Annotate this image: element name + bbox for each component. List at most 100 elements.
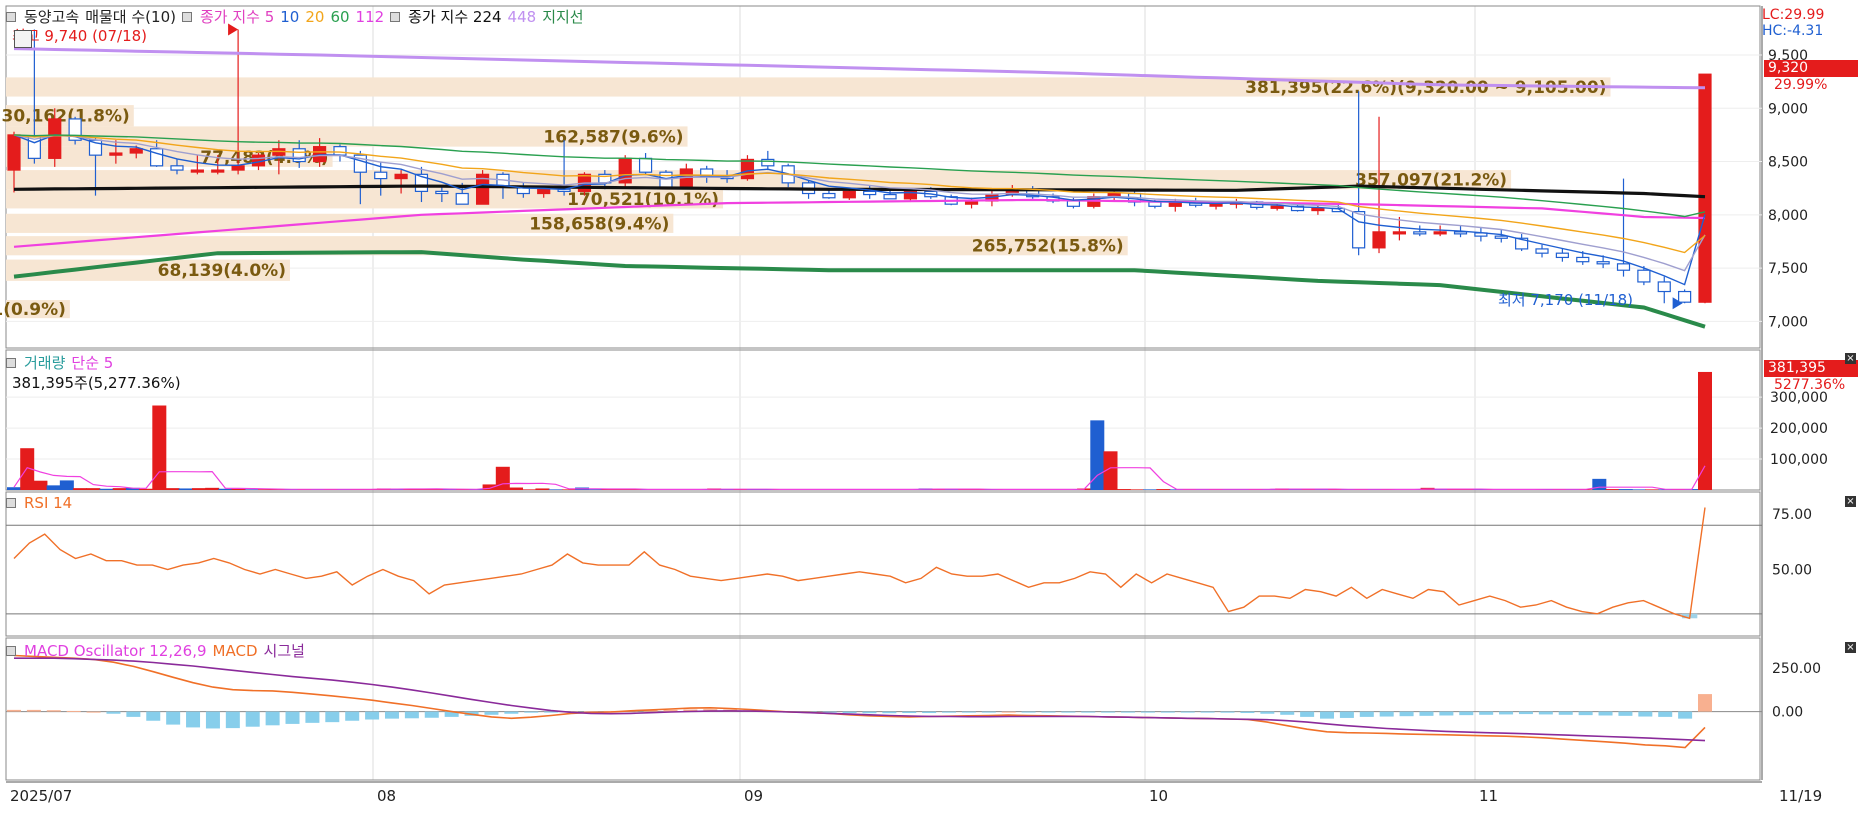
candle-body[interactable] bbox=[740, 158, 755, 180]
ma10-legend[interactable]: 10 bbox=[280, 8, 299, 26]
volume-bar[interactable] bbox=[1645, 489, 1660, 490]
volume-bar[interactable] bbox=[561, 489, 576, 490]
candle-body[interactable] bbox=[1555, 252, 1569, 259]
candle-body[interactable] bbox=[822, 192, 836, 199]
candle-body[interactable] bbox=[1678, 290, 1692, 303]
candle-body[interactable] bbox=[1168, 202, 1182, 207]
candle-body[interactable] bbox=[1535, 248, 1549, 254]
ma448-legend[interactable]: 448 bbox=[508, 8, 537, 26]
volume-bar[interactable] bbox=[495, 466, 510, 490]
volume-bar[interactable] bbox=[548, 489, 563, 490]
volume-bar[interactable] bbox=[1631, 489, 1646, 490]
candle-body[interactable] bbox=[1311, 207, 1325, 212]
close-icon[interactable]: × bbox=[1845, 642, 1856, 653]
candle-body[interactable] bbox=[129, 148, 143, 154]
candle-body[interactable] bbox=[109, 152, 123, 156]
candle-body[interactable] bbox=[1209, 203, 1223, 207]
volume-bar[interactable] bbox=[1156, 489, 1171, 490]
candle-body[interactable] bbox=[1453, 231, 1468, 235]
volume-bar[interactable] bbox=[178, 488, 193, 490]
volume-bar[interactable] bbox=[535, 488, 550, 490]
volume-bar[interactable] bbox=[522, 489, 537, 490]
ma60-legend[interactable]: 60 bbox=[330, 8, 349, 26]
candle-body[interactable] bbox=[1698, 73, 1712, 303]
chart-canvas[interactable]: 7,0007,5008,0008,5009,0009,50014,491(0.9… bbox=[0, 0, 1860, 811]
candle-body[interactable] bbox=[863, 190, 877, 196]
volume-bar[interactable] bbox=[1090, 420, 1105, 490]
close-icon[interactable]: × bbox=[1845, 496, 1856, 507]
candle-body[interactable] bbox=[1352, 211, 1366, 249]
volume-profile-legend[interactable]: 매물대 수(10) bbox=[85, 6, 176, 27]
ma224-legend[interactable]: 종가 지수 224 bbox=[408, 6, 501, 27]
candle-body[interactable] bbox=[190, 169, 204, 173]
volume-bar[interactable] bbox=[1143, 489, 1158, 490]
legend-toggle-icon[interactable] bbox=[6, 645, 16, 656]
volume-bar[interactable] bbox=[165, 488, 180, 490]
volume-bar[interactable] bbox=[1698, 371, 1712, 490]
legend-toggle-icon[interactable] bbox=[6, 11, 16, 22]
candle-body[interactable] bbox=[1657, 281, 1671, 293]
candle-body[interactable] bbox=[1433, 231, 1447, 235]
candle-body[interactable] bbox=[842, 190, 856, 199]
rsi-legend-label[interactable]: RSI 14 bbox=[24, 494, 72, 512]
volume-bar[interactable] bbox=[1116, 489, 1131, 490]
candle-body[interactable] bbox=[455, 192, 469, 205]
volume-bar[interactable] bbox=[1605, 489, 1620, 490]
candle-body[interactable] bbox=[231, 165, 245, 171]
ma-legend-prefix[interactable]: 종가 지수 5 bbox=[200, 6, 274, 27]
support-legend[interactable]: 지지선 bbox=[542, 6, 583, 27]
volume-bar[interactable] bbox=[1618, 489, 1633, 490]
candle-body[interactable] bbox=[1148, 201, 1162, 207]
candle-body[interactable] bbox=[1616, 263, 1631, 271]
candle-body[interactable] bbox=[7, 134, 21, 171]
candle-body[interactable] bbox=[1066, 200, 1081, 207]
candle-body[interactable] bbox=[333, 146, 347, 156]
candle-body[interactable] bbox=[292, 148, 306, 163]
volume-bar[interactable] bbox=[99, 488, 114, 490]
candle-body[interactable] bbox=[48, 118, 62, 159]
legend-toggle-icon[interactable] bbox=[181, 11, 192, 22]
candle-body[interactable] bbox=[211, 169, 225, 173]
candle-body[interactable] bbox=[435, 190, 449, 195]
volume-bar[interactable] bbox=[112, 488, 127, 490]
candle-body[interactable] bbox=[1576, 256, 1590, 263]
volume-legend-label[interactable]: 거래량 bbox=[24, 352, 65, 373]
volume-bar[interactable] bbox=[139, 488, 154, 490]
legend-toggle-icon[interactable] bbox=[6, 498, 16, 508]
macd-legend-label[interactable]: MACD bbox=[213, 642, 258, 660]
signal-legend-label[interactable]: 시그널 bbox=[264, 640, 305, 661]
volume-bar[interactable] bbox=[73, 488, 88, 490]
volume-bar[interactable] bbox=[46, 485, 61, 490]
volume-bar[interactable] bbox=[191, 488, 206, 490]
candle-body[interactable] bbox=[374, 171, 388, 180]
volume-bar[interactable] bbox=[59, 480, 74, 490]
candle-body[interactable] bbox=[170, 165, 184, 171]
candle-body[interactable] bbox=[638, 157, 653, 173]
candle-body[interactable] bbox=[394, 173, 408, 180]
candle-body[interactable] bbox=[1637, 269, 1651, 283]
legend-toggle-icon[interactable] bbox=[6, 357, 16, 368]
candle-body[interactable] bbox=[1596, 261, 1610, 265]
candle-body[interactable] bbox=[313, 146, 327, 163]
close-icon[interactable]: × bbox=[1845, 353, 1856, 364]
volume-bar[interactable] bbox=[7, 487, 21, 490]
candle-body[interactable] bbox=[1494, 235, 1508, 239]
candle-body[interactable] bbox=[761, 158, 775, 167]
legend-toggle-icon[interactable] bbox=[390, 11, 401, 22]
volume-bar[interactable] bbox=[244, 489, 259, 490]
volume-bar[interactable] bbox=[509, 487, 524, 490]
candle-body[interactable] bbox=[1270, 205, 1284, 209]
macd-osc-legend[interactable]: MACD Oscillator 12,26,9 bbox=[24, 642, 207, 660]
candle-body[interactable] bbox=[883, 193, 897, 200]
ma112-legend[interactable]: 112 bbox=[356, 8, 385, 26]
volume-bar[interactable] bbox=[33, 480, 48, 490]
volume-bar[interactable] bbox=[1129, 489, 1144, 490]
volume-bar[interactable] bbox=[218, 488, 233, 490]
candle-body[interactable] bbox=[1372, 231, 1386, 249]
ma20-legend[interactable]: 20 bbox=[305, 8, 324, 26]
volume-bar[interactable] bbox=[86, 488, 101, 490]
calendar-icon[interactable] bbox=[14, 30, 32, 48]
volume-ma-legend[interactable]: 단순 5 bbox=[71, 352, 113, 373]
volume-bar[interactable] bbox=[205, 487, 220, 490]
candle-body[interactable] bbox=[1392, 231, 1406, 235]
